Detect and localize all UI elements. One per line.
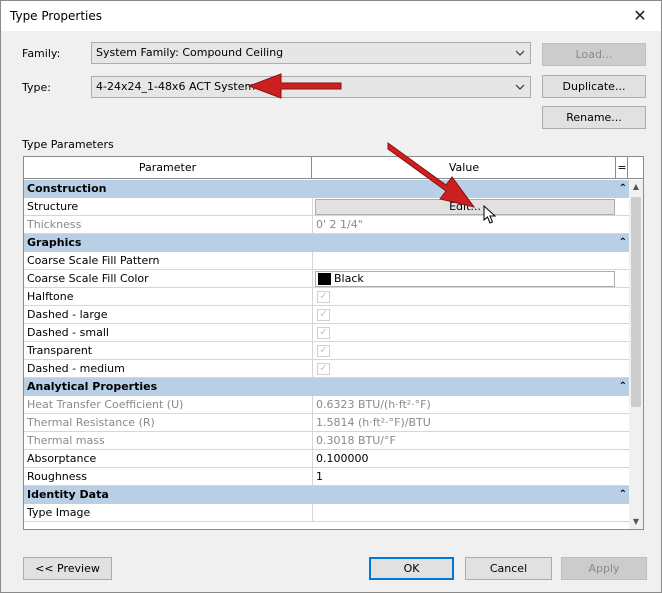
halftone-checkbox[interactable]: ✓ — [317, 291, 330, 303]
type-select[interactable]: 4-24x24_1-48x6 ACT System — [91, 76, 531, 98]
group-header-analytical-properties[interactable]: Analytical Properties ⌃ — [24, 378, 629, 396]
param-value: 0.6323 BTU/(h·ft²·°F) — [316, 398, 431, 411]
load-button[interactable]: Load... — [542, 43, 646, 66]
param-value: 0' 2 1/4" — [316, 218, 363, 231]
param-value: 1.5814 (h·ft²·°F)/BTU — [316, 416, 431, 429]
param-name: Dashed - large — [24, 306, 313, 324]
param-name: Coarse Scale Fill Pattern — [24, 252, 313, 270]
chevron-down-icon — [515, 84, 525, 90]
type-parameters-label: Type Parameters — [22, 138, 114, 151]
param-name: Roughness — [24, 468, 313, 486]
param-name: Heat Transfer Coefficient (U) — [24, 396, 313, 414]
cancel-button[interactable]: Cancel — [465, 557, 552, 580]
param-name: Dashed - medium — [24, 360, 313, 378]
color-swatch — [318, 273, 331, 285]
param-name: Thermal mass — [24, 432, 313, 450]
transparent-checkbox[interactable]: ✓ — [317, 345, 330, 357]
close-icon[interactable]: ✕ — [629, 5, 651, 27]
scroll-thumb[interactable] — [631, 197, 641, 407]
family-value: System Family: Compound Ceiling — [96, 46, 284, 59]
dashed-medium-checkbox[interactable]: ✓ — [317, 363, 330, 375]
type-value: 4-24x24_1-48x6 ACT System — [96, 80, 256, 93]
param-name: Structure — [24, 198, 313, 216]
table-row: Halftone ✓ — [24, 288, 629, 306]
value-column-header[interactable]: Value — [313, 157, 616, 178]
scroll-down-icon[interactable]: ▼ — [629, 515, 643, 529]
table-row: Coarse Scale Fill Pattern — [24, 252, 629, 270]
family-label: Family: — [22, 47, 61, 60]
duplicate-button[interactable]: Duplicate... — [542, 75, 646, 98]
dashed-small-checkbox[interactable]: ✓ — [317, 327, 330, 339]
collapse-icon[interactable]: ⌃ — [619, 180, 627, 198]
table-row: Roughness 1 — [24, 468, 629, 486]
color-picker-field[interactable]: Black — [315, 271, 615, 287]
collapse-icon[interactable]: ⌃ — [619, 234, 627, 252]
dialog-title: Type Properties — [10, 9, 103, 23]
param-name: Thickness — [24, 216, 313, 234]
table-row: Absorptance 0.100000 — [24, 450, 629, 468]
table-row: Dashed - medium ✓ — [24, 360, 629, 378]
table-row: Coarse Scale Fill Color Black — [24, 270, 629, 288]
group-header-graphics[interactable]: Graphics ⌃ — [24, 234, 629, 252]
chevron-down-icon — [515, 50, 525, 56]
table-row: Dashed - small ✓ — [24, 324, 629, 342]
param-name: Thermal Resistance (R) — [24, 414, 313, 432]
table-row: Type Image — [24, 504, 629, 522]
preview-button[interactable]: << Preview — [23, 557, 112, 580]
vertical-scrollbar[interactable]: ▲ ▼ — [629, 180, 643, 529]
param-name: Dashed - small — [24, 324, 313, 342]
ok-button[interactable]: OK — [369, 557, 454, 580]
param-value[interactable] — [313, 252, 617, 270]
collapse-icon[interactable]: ⌃ — [619, 486, 627, 504]
type-label: Type: — [22, 81, 51, 94]
group-header-construction[interactable]: Construction ⌃ — [24, 180, 629, 198]
scroll-up-icon[interactable]: ▲ — [629, 180, 643, 194]
apply-button[interactable]: Apply — [561, 557, 647, 580]
table-row: Heat Transfer Coefficient (U) 0.6323 BTU… — [24, 396, 629, 414]
param-value[interactable]: 1 — [313, 468, 617, 486]
family-select[interactable]: System Family: Compound Ceiling — [91, 42, 531, 64]
group-header-identity-data[interactable]: Identity Data ⌃ — [24, 486, 629, 504]
table-row: Thickness 0' 2 1/4" — [24, 216, 629, 234]
title-bar: Type Properties ✕ — [1, 1, 661, 31]
rename-button[interactable]: Rename... — [542, 106, 646, 129]
type-parameters-grid: Parameter Value = Construction ⌃ Structu… — [23, 156, 644, 530]
table-row: Thermal Resistance (R) 1.5814 (h·ft²·°F)… — [24, 414, 629, 432]
param-value[interactable]: 0.100000 — [313, 450, 617, 468]
param-name: Transparent — [24, 342, 313, 360]
parameter-rows: Construction ⌃ Structure Edit... Thickne… — [24, 180, 629, 522]
param-value: 0.3018 BTU/°F — [316, 434, 396, 447]
param-name: Coarse Scale Fill Color — [24, 270, 313, 288]
color-name: Black — [334, 272, 364, 285]
table-row: Transparent ✓ — [24, 342, 629, 360]
structure-edit-button[interactable]: Edit... — [315, 199, 615, 215]
type-properties-dialog: Type Properties ✕ Family: System Family:… — [0, 0, 662, 593]
table-row: Thermal mass 0.3018 BTU/°F — [24, 432, 629, 450]
dashed-large-checkbox[interactable]: ✓ — [317, 309, 330, 321]
collapse-icon[interactable]: ⌃ — [619, 378, 627, 396]
param-name: Type Image — [24, 504, 313, 522]
param-value[interactable] — [313, 504, 617, 522]
parameter-column-header[interactable]: Parameter — [24, 157, 312, 178]
param-name: Halftone — [24, 288, 313, 306]
param-name: Absorptance — [24, 450, 313, 468]
table-row: Structure Edit... — [24, 198, 629, 216]
table-row: Dashed - large ✓ — [24, 306, 629, 324]
sort-equals-icon[interactable]: = — [617, 157, 628, 178]
grid-header: Parameter Value = — [24, 157, 643, 179]
